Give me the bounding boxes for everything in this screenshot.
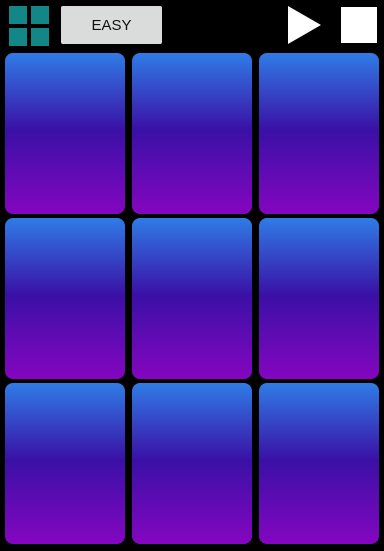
sound-pad[interactable] bbox=[259, 53, 379, 214]
sound-pad[interactable] bbox=[5, 218, 125, 379]
play-icon[interactable] bbox=[287, 6, 321, 44]
grid-icon-cell bbox=[9, 6, 27, 24]
play-icon-shape bbox=[288, 6, 321, 44]
top-toolbar: EASY bbox=[0, 0, 384, 50]
grid-menu-icon[interactable] bbox=[9, 6, 49, 46]
sound-pad[interactable] bbox=[132, 383, 252, 544]
sound-pad[interactable] bbox=[259, 218, 379, 379]
grid-icon-cell bbox=[31, 28, 49, 46]
difficulty-mode-button[interactable]: EASY bbox=[61, 6, 162, 44]
stop-icon-shape bbox=[341, 7, 377, 43]
sound-pad[interactable] bbox=[132, 218, 252, 379]
sound-pad[interactable] bbox=[5, 53, 125, 214]
grid-icon-cell bbox=[31, 6, 49, 24]
sound-pad[interactable] bbox=[5, 383, 125, 544]
grid-icon-cell bbox=[9, 28, 27, 46]
stop-icon[interactable] bbox=[341, 7, 377, 43]
sound-pad[interactable] bbox=[132, 53, 252, 214]
pad-grid bbox=[5, 53, 379, 544]
sound-pad[interactable] bbox=[259, 383, 379, 544]
difficulty-mode-label: EASY bbox=[91, 16, 132, 34]
